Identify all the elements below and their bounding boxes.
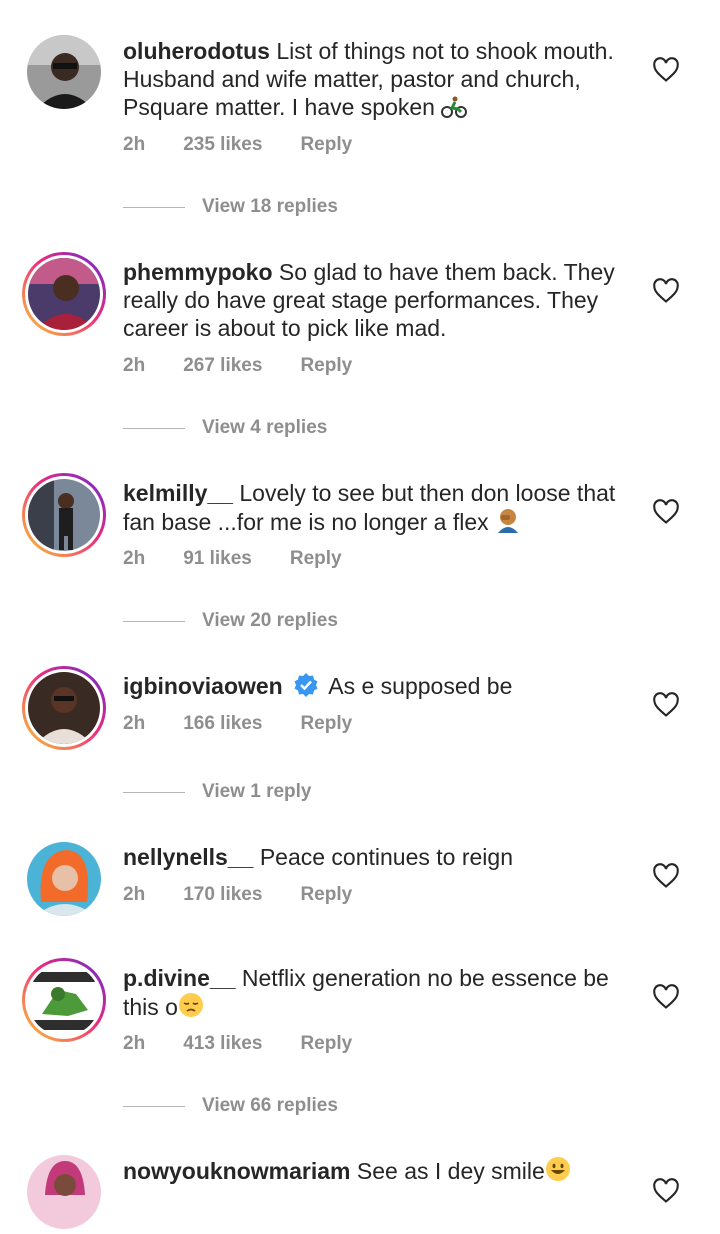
- avatar-image: [28, 672, 100, 744]
- comment-meta: 2h 170 likes Reply: [123, 884, 390, 906]
- view-replies-label[interactable]: View 18 replies: [202, 196, 338, 218]
- comment-meta: 2h 267 likes Reply: [123, 355, 390, 377]
- avatar-image: [28, 258, 100, 330]
- view-replies[interactable]: View 1 reply: [123, 781, 312, 803]
- comment-body: phemmypoko So glad to have them back. Th…: [123, 258, 633, 342]
- heart-outline-icon[interactable]: [652, 984, 680, 1010]
- view-replies[interactable]: View 66 replies: [123, 1095, 338, 1117]
- heart-outline-icon[interactable]: [652, 57, 680, 83]
- avatar[interactable]: [22, 473, 106, 557]
- comment-likes[interactable]: 413 likes: [183, 1033, 262, 1055]
- comment-username[interactable]: nellynells__: [123, 844, 253, 870]
- comment-body: nowyouknowmariam See as I dey smile: [123, 1156, 633, 1188]
- reply-button[interactable]: Reply: [300, 134, 352, 156]
- avatar[interactable]: [22, 666, 106, 750]
- avatar[interactable]: [22, 252, 106, 336]
- comment-username[interactable]: kelmilly__: [123, 480, 233, 506]
- view-replies-label[interactable]: View 66 replies: [202, 1095, 338, 1117]
- comment-likes[interactable]: 166 likes: [183, 713, 262, 735]
- avatar-image: [28, 479, 100, 551]
- grinning-face-emoji-icon: [545, 1156, 571, 1188]
- avatar[interactable]: [22, 837, 106, 921]
- avatar[interactable]: [22, 1150, 106, 1234]
- comment-meta: 2h 413 likes Reply: [123, 1033, 390, 1055]
- comment-meta: 2h 166 likes Reply: [123, 713, 390, 735]
- comment-text: See as I dey smile: [356, 1158, 545, 1184]
- comment-body: kelmilly__ Lovely to see but then don lo…: [123, 479, 633, 539]
- comment-username[interactable]: nowyouknowmariam: [123, 1158, 350, 1184]
- comment-body: nellynells__ Peace continues to reign: [123, 843, 633, 871]
- comment-time: 2h: [123, 548, 146, 569]
- heart-outline-icon[interactable]: [652, 692, 680, 718]
- comment-meta: 2h 235 likes Reply: [123, 134, 390, 156]
- comment-time: 2h: [123, 134, 146, 155]
- comment-likes[interactable]: 170 likes: [183, 884, 262, 906]
- comment-username[interactable]: oluherodotus: [123, 38, 270, 64]
- reply-button[interactable]: Reply: [300, 884, 352, 906]
- heart-outline-icon[interactable]: [652, 278, 680, 304]
- comment-time: 2h: [123, 355, 146, 376]
- divider-line: [123, 1105, 185, 1107]
- avatar[interactable]: [22, 958, 106, 1042]
- comment-time: 2h: [123, 884, 146, 905]
- divider-line: [123, 791, 185, 793]
- avatar-image: [27, 35, 101, 109]
- avatar-image: [27, 842, 101, 916]
- comment-time: 2h: [123, 1033, 146, 1054]
- comment-likes[interactable]: 267 likes: [183, 355, 262, 377]
- comment-text: Peace continues to reign: [259, 844, 513, 870]
- comment-text: As e supposed be: [328, 673, 513, 699]
- view-replies-label[interactable]: View 1 reply: [202, 781, 312, 803]
- view-replies-label[interactable]: View 20 replies: [202, 610, 338, 632]
- comment-likes[interactable]: 235 likes: [183, 134, 262, 156]
- comment-body: oluherodotus List of things not to shook…: [123, 37, 633, 124]
- comment-body: igbinoviaowen As e supposed be: [123, 672, 633, 700]
- divider-line: [123, 427, 185, 429]
- reply-button[interactable]: Reply: [300, 1033, 352, 1055]
- heart-outline-icon[interactable]: [652, 1178, 680, 1204]
- comment-username[interactable]: p.divine__: [123, 965, 235, 991]
- heart-outline-icon[interactable]: [652, 499, 680, 525]
- reply-button[interactable]: Reply: [300, 713, 352, 735]
- view-replies[interactable]: View 20 replies: [123, 610, 338, 632]
- comment-likes[interactable]: 91 likes: [183, 548, 252, 570]
- avatar-image: [27, 1155, 101, 1229]
- comment-meta: 2h 91 likes Reply: [123, 548, 380, 570]
- comment-username[interactable]: igbinoviaowen: [123, 673, 283, 699]
- cyclist-emoji-icon: [441, 96, 468, 124]
- view-replies-label[interactable]: View 4 replies: [202, 417, 327, 439]
- divider-line: [123, 620, 185, 622]
- comment-body: p.divine__ Netflix generation no be esse…: [123, 964, 633, 1024]
- comment-time: 2h: [123, 713, 146, 734]
- heart-outline-icon[interactable]: [652, 863, 680, 889]
- view-replies[interactable]: View 18 replies: [123, 196, 338, 218]
- verified-badge-icon: [294, 673, 318, 697]
- comment-username[interactable]: phemmypoko: [123, 259, 273, 285]
- reply-button[interactable]: Reply: [290, 548, 342, 570]
- divider-line: [123, 206, 185, 208]
- man-facepalming-emoji-icon: [495, 507, 521, 539]
- avatar[interactable]: [22, 30, 106, 114]
- reply-button[interactable]: Reply: [300, 355, 352, 377]
- pensive-face-emoji-icon: [178, 992, 204, 1024]
- view-replies[interactable]: View 4 replies: [123, 417, 327, 439]
- avatar-image: [28, 964, 100, 1036]
